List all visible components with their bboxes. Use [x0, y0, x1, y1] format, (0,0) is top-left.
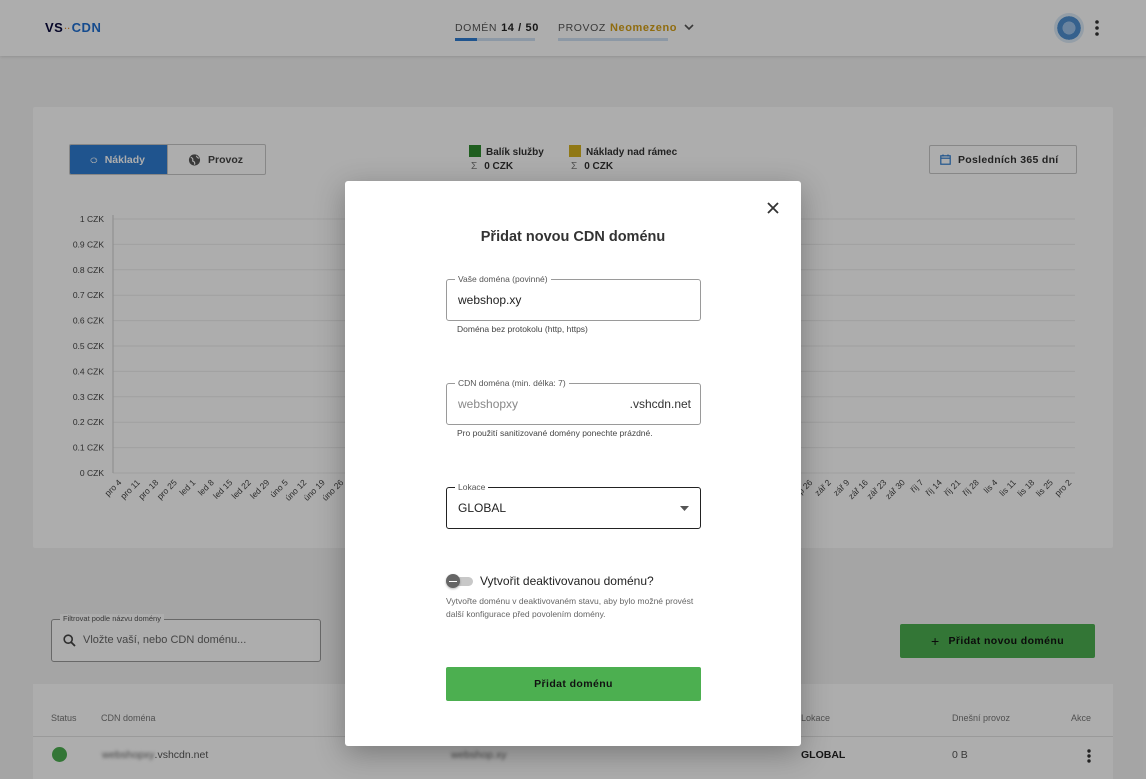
add-cdn-domain-dialog: Přidat novou CDN doménu Vaše doména (pov…: [345, 181, 801, 746]
cdn-domain-suffix: .vshcdn.net: [629, 397, 691, 411]
cdn-domain-input[interactable]: CDN doména (min. délka: 7) webshopxy .vs…: [446, 378, 701, 425]
domain-input-value: webshop.xy: [458, 293, 522, 307]
cdn-domain-label: CDN doména (min. délka: 7): [455, 378, 569, 388]
deactivated-toggle-label: Vytvořit deaktivovanou doménu?: [480, 574, 654, 588]
cdn-domain-placeholder: webshopxy: [458, 397, 519, 411]
dropdown-arrow-icon: [680, 506, 689, 511]
domain-input[interactable]: Vaše doména (povinné) webshop.xy: [446, 274, 701, 321]
dialog-title: Přidat novou CDN doménu: [480, 229, 666, 245]
location-select[interactable]: Lokace GLOBAL: [446, 482, 701, 529]
domain-input-label: Vaše doména (povinné): [455, 274, 551, 284]
location-value: GLOBAL: [458, 501, 507, 515]
cdn-domain-help: Pro použití sanitizované domény ponechte…: [457, 428, 653, 438]
deactivated-toggle-help: Vytvořte doménu v deaktivovaném stavu, a…: [446, 596, 694, 619]
domain-input-help: Doména bez protokolu (http, https): [457, 324, 588, 334]
location-label: Lokace: [455, 482, 489, 492]
close-icon[interactable]: [766, 201, 780, 215]
deactivated-toggle[interactable]: [446, 574, 473, 588]
add-domain-submit-button[interactable]: Přidat doménu: [446, 667, 701, 701]
